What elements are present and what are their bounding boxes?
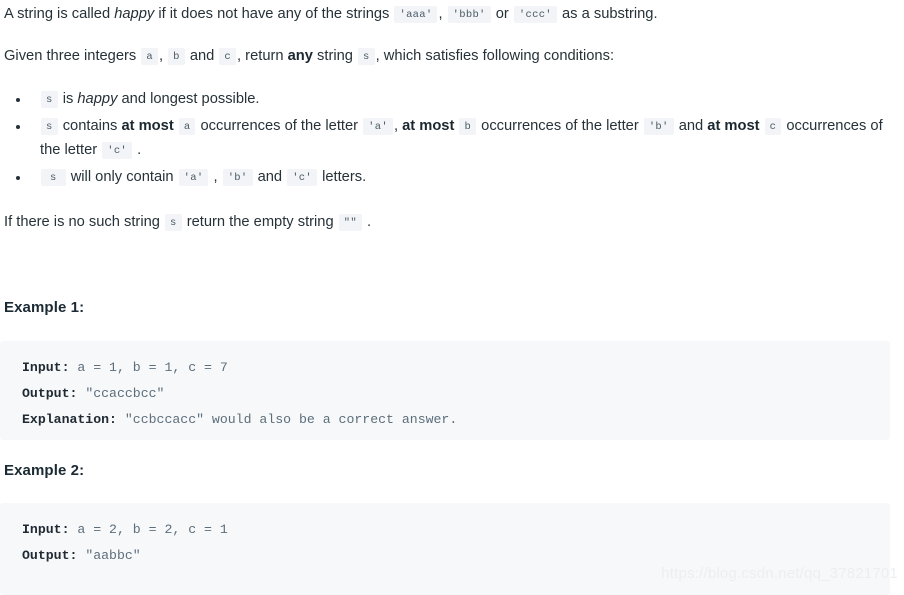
bullet3-text-1: will only contain bbox=[66, 169, 178, 185]
bullet2-text-6: occurrences of the letter bbox=[477, 118, 643, 134]
happy-emphasis: happy bbox=[77, 91, 118, 107]
bullet-dot-icon bbox=[16, 98, 20, 102]
code-label-input: Input: bbox=[22, 360, 70, 375]
bullet2-text-1: contains bbox=[58, 118, 122, 134]
given-text-mid: , return bbox=[237, 48, 288, 64]
code-line: Output: "ccaccbcc" bbox=[22, 381, 870, 407]
bullet2-text-8 bbox=[760, 118, 764, 134]
code-value-output: "ccaccbcc" bbox=[77, 386, 165, 401]
given-sep-1: , bbox=[158, 48, 168, 64]
code-value-input: a = 1, b = 1, c = 7 bbox=[69, 360, 228, 375]
code-value-output: "aabbc" bbox=[77, 548, 141, 563]
bullet2-text-5 bbox=[454, 118, 458, 134]
inline-code-aaa: 'aaa' bbox=[394, 6, 438, 23]
bullet3-text-4: letters. bbox=[318, 169, 367, 185]
given-paragraph: Given three integers a, b and c, return … bbox=[4, 46, 900, 68]
bullet3-text-3: and bbox=[253, 169, 287, 185]
at-most-emphasis-2: at most bbox=[402, 118, 455, 134]
code-label-output: Output: bbox=[22, 548, 78, 563]
inline-code-quoted-c: 'c' bbox=[287, 169, 317, 186]
code-value-input: a = 2, b = 2, c = 1 bbox=[69, 522, 228, 537]
conditions-list: s is happy and longest possible. s conta… bbox=[4, 88, 900, 193]
inline-code-quoted-c: 'c' bbox=[102, 142, 133, 159]
example-1-heading: Example 1: bbox=[4, 299, 85, 316]
given-text-before: Given three integers bbox=[4, 48, 141, 64]
list-item: s is happy and longest possible. bbox=[4, 88, 900, 112]
code-label-input: Input: bbox=[22, 522, 70, 537]
nostring-text-before: If there is no such string bbox=[4, 214, 165, 230]
nostring-text-after: . bbox=[362, 214, 372, 230]
intro-text-middle: if it does not have any of the strings bbox=[154, 6, 394, 22]
bullet2-text-7: and bbox=[674, 118, 708, 134]
any-emphasis: any bbox=[287, 48, 313, 64]
inline-code-s: s bbox=[41, 118, 58, 135]
bullet-dot-icon bbox=[16, 176, 20, 180]
bullet2-text-3: occurrences of the letter bbox=[196, 118, 363, 134]
bullet1-text-1: is bbox=[58, 91, 78, 107]
given-sep-2: and bbox=[185, 48, 219, 64]
inline-code-quoted-b: 'b' bbox=[222, 169, 253, 186]
watermark: https://blog.csdn.net/qq_37821701 bbox=[661, 565, 898, 582]
problem-description-page: A string is called happy if it does not … bbox=[0, 0, 904, 595]
intro-paragraph: A string is called happy if it does not … bbox=[4, 4, 900, 26]
nostring-text-middle: return the empty string bbox=[182, 214, 338, 230]
inline-code-s: s bbox=[165, 214, 182, 231]
happy-emphasis: happy bbox=[114, 6, 155, 22]
code-value-explanation: "ccbccacc" would also be a correct answe… bbox=[116, 412, 458, 427]
inline-code-a: a bbox=[178, 118, 196, 135]
given-text-mid2: string bbox=[312, 48, 358, 64]
intro-sep-1: , bbox=[438, 6, 447, 22]
bullet3-text-2: , bbox=[209, 169, 222, 185]
inline-code-s: s bbox=[41, 169, 66, 186]
intro-sep-2: or bbox=[491, 6, 513, 22]
bullet2-text-4: , bbox=[393, 118, 403, 134]
list-item: s contains at most a occurrences of the … bbox=[4, 115, 900, 163]
inline-code-c: c bbox=[764, 118, 782, 135]
bullet2-text-2 bbox=[174, 118, 178, 134]
code-line: Explanation: "ccbccacc" would also be a … bbox=[22, 407, 870, 433]
inline-code-a: a bbox=[141, 48, 158, 65]
code-label-explanation: Explanation: bbox=[22, 412, 117, 427]
inline-code-ccc: 'ccc' bbox=[513, 6, 557, 23]
inline-code-s: s bbox=[41, 91, 58, 108]
intro-text-after: as a substring. bbox=[557, 6, 658, 22]
code-line: Input: a = 1, b = 1, c = 7 bbox=[22, 355, 870, 381]
example-1-code-block: Input: a = 1, b = 1, c = 7 Output: "ccac… bbox=[0, 341, 890, 440]
inline-code-quoted-b: 'b' bbox=[643, 118, 674, 135]
bullet-dot-icon bbox=[16, 125, 20, 129]
inline-code-empty-string: "" bbox=[338, 214, 362, 231]
at-most-emphasis-1: at most bbox=[121, 118, 174, 134]
inline-code-bbb: 'bbb' bbox=[447, 6, 491, 23]
intro-text-before: A string is called bbox=[4, 6, 115, 22]
at-most-emphasis-3: at most bbox=[707, 118, 760, 134]
list-item: s will only contain 'a' , 'b' and 'c' le… bbox=[4, 166, 900, 190]
inline-code-b: b bbox=[459, 118, 477, 135]
no-such-string-paragraph: If there is no such string s return the … bbox=[4, 212, 900, 234]
code-line: Input: a = 2, b = 2, c = 1 bbox=[22, 517, 870, 543]
inline-code-c: c bbox=[219, 48, 237, 65]
inline-code-quoted-a: 'a' bbox=[363, 118, 393, 135]
inline-code-b: b bbox=[168, 48, 185, 65]
bullet1-text-2: and longest possible. bbox=[117, 91, 260, 107]
example-2-heading: Example 2: bbox=[4, 462, 85, 479]
code-label-output: Output: bbox=[22, 386, 78, 401]
given-text-after: , which satisfies following conditions: bbox=[375, 48, 615, 64]
inline-code-quoted-a: 'a' bbox=[178, 169, 209, 186]
inline-code-s: s bbox=[358, 48, 375, 65]
bullet2-text-10: . bbox=[133, 142, 142, 158]
